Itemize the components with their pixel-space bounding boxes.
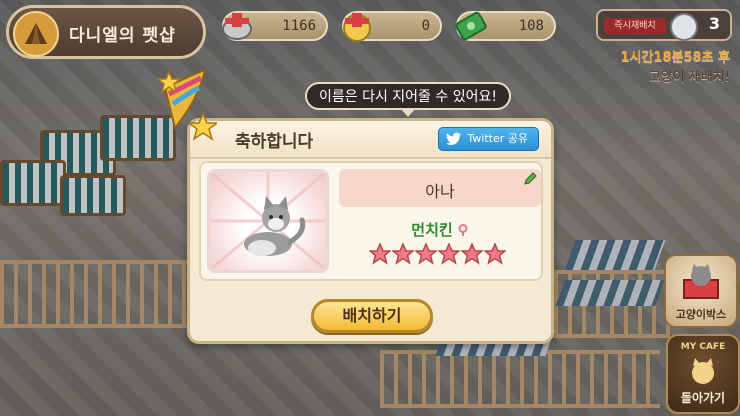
cat-box-icon	[683, 264, 719, 299]
food-counter[interactable]: 1166	[222, 11, 328, 41]
congrats-dialog: 축하합니다 Twitter 공유 아나 먼치킨 배치하기	[187, 118, 554, 344]
coin-counter[interactable]: 0	[342, 11, 442, 42]
star-icon	[415, 243, 437, 265]
cat-info-panel: 아나 먼치킨	[199, 161, 543, 281]
twitter-share-label: Twitter 공유	[467, 132, 528, 145]
fish-can-icon	[222, 13, 252, 40]
relocate-timer: 1시간18분58초 후 고양이 재배치!	[600, 48, 730, 88]
coin-value: 0	[421, 18, 430, 34]
cat-breed: 먼치킨	[339, 219, 541, 240]
pencil-edit-icon[interactable]	[523, 172, 537, 186]
place-cat-button[interactable]: 배치하기	[311, 299, 433, 333]
cat-star-rating	[369, 243, 506, 265]
cat-box-label: 고양이박스	[675, 308, 727, 321]
star-icon	[392, 243, 414, 265]
cash-counter[interactable]: 108	[455, 11, 556, 41]
rename-tooltip: 이름은 다시 지어줄 수 있어요!	[305, 82, 511, 117]
twitter-bird-icon	[446, 132, 462, 145]
cash-icon	[455, 11, 487, 41]
star-icon	[461, 243, 483, 265]
cat-image	[210, 172, 326, 270]
instant-relocate-label: 즉시재배치	[604, 18, 666, 34]
dialog-title: 축하합니다	[235, 132, 314, 152]
timer-message: 고양이 재배치!	[648, 70, 730, 85]
star-icon	[438, 243, 460, 265]
clock-icon	[670, 13, 698, 41]
cat-name-field[interactable]: 아나	[339, 169, 541, 207]
cat-box-button[interactable]: 고양이박스	[664, 254, 738, 328]
female-icon	[458, 224, 468, 236]
food-value: 1166	[282, 18, 316, 34]
shop-title: 다니엘의 펫샵	[69, 26, 176, 46]
instant-relocate-button[interactable]: 즉시재배치 3	[596, 9, 732, 41]
my-cafe-label: MY CAFE	[680, 342, 726, 352]
cat-face-icon	[692, 358, 714, 384]
star-icon	[369, 243, 391, 265]
relocate-count: 3	[708, 14, 720, 33]
cat-breed-text: 먼치킨	[411, 221, 453, 239]
star-icon	[484, 243, 506, 265]
cat-name: 아나	[425, 182, 455, 201]
twitter-share-button[interactable]: Twitter 공유	[438, 127, 539, 151]
dialog-header: 축하합니다 Twitter 공유	[190, 121, 551, 159]
shop-title-badge[interactable]: 다니엘의 펫샵	[6, 5, 206, 59]
cat-portrait	[207, 169, 329, 273]
tent-icon	[13, 11, 59, 57]
back-label: 돌아가기	[680, 391, 726, 405]
timer-countdown: 1시간18분58초 후	[620, 50, 730, 65]
celebration-stars-icon	[155, 68, 217, 141]
back-button[interactable]: MY CAFE 돌아가기	[666, 334, 740, 414]
coin-bag-icon	[343, 13, 371, 42]
cash-value: 108	[518, 18, 544, 34]
